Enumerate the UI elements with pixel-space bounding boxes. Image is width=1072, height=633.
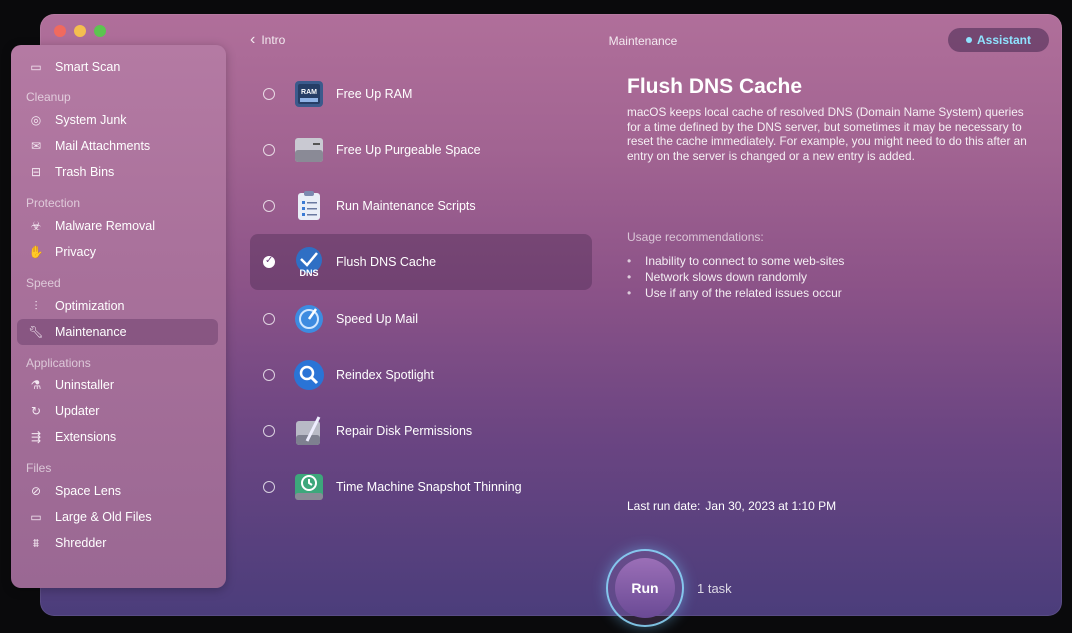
spotlight-icon: [294, 360, 324, 390]
chevron-left-icon: ‹: [250, 31, 256, 48]
assistant-dot-icon: [965, 37, 972, 43]
wrench-icon: 🔧︎: [28, 325, 44, 339]
sidebar-item-shredder[interactable]: ⩩ Shredder: [17, 530, 218, 556]
updater-icon: ↻: [30, 404, 42, 418]
task-radio-checked[interactable]: [263, 255, 275, 268]
dns-icon: DNS: [296, 247, 322, 278]
task-radio[interactable]: [263, 144, 275, 156]
task-free-up-ram[interactable]: RAM Free Up RAM: [250, 66, 592, 122]
sidebar-group-files: Files: [26, 461, 52, 475]
uninstaller-icon: ⚗: [30, 378, 42, 392]
last-run-date: Last run date: Jan 30, 2023 at 1:10 PM: [627, 499, 836, 513]
task-label: Flush DNS Cache: [336, 255, 437, 269]
sidebar-item-smart-scan[interactable]: ▭ Smart Scan: [17, 54, 218, 80]
trash-icon: ⊟: [30, 165, 42, 179]
window-title: Maintenance: [608, 34, 678, 48]
task-label: Reindex Spotlight: [336, 368, 434, 382]
task-count: 1 task: [697, 581, 732, 596]
detail-title: Flush DNS Cache: [627, 75, 803, 98]
task-label: Speed Up Mail: [336, 312, 418, 326]
sidebar-item-space-lens[interactable]: ⊘ Space Lens: [17, 478, 218, 504]
sidebar-group-speed: Speed: [26, 276, 61, 290]
assistant-button[interactable]: Assistant: [948, 28, 1049, 52]
mail-speed-icon: [295, 305, 323, 333]
recommendation-item: Inability to connect to some web-sites: [627, 253, 844, 269]
sidebar-item-uninstaller[interactable]: ⚗ Uninstaller: [17, 372, 218, 398]
disk-repair-icon: [296, 416, 321, 445]
task-flush-dns-cache[interactable]: DNS Flush DNS Cache: [250, 234, 592, 290]
task-radio[interactable]: [263, 88, 275, 100]
task-repair-disk-permissions[interactable]: Repair Disk Permissions: [250, 403, 592, 459]
task-radio[interactable]: [263, 313, 275, 325]
last-run-label: Last run date:: [627, 499, 701, 513]
back-button[interactable]: ‹ Intro: [250, 31, 286, 48]
task-free-up-purgeable-space[interactable]: Free Up Purgeable Space: [250, 122, 592, 178]
usage-recommendations-list: Inability to connect to some web-sites N…: [627, 253, 844, 301]
sidebar-item-privacy[interactable]: ✋ Privacy: [17, 239, 218, 265]
task-radio[interactable]: [263, 425, 275, 437]
task-time-machine-snapshot-thinning[interactable]: Time Machine Snapshot Thinning: [250, 459, 592, 515]
back-label: Intro: [261, 33, 286, 47]
task-radio[interactable]: [263, 369, 275, 381]
task-radio[interactable]: [263, 481, 275, 493]
hand-icon: ✋: [28, 245, 44, 259]
hard-disk-icon: ◎: [30, 113, 42, 127]
sidebar: ▭ Smart Scan Cleanup ◎ System Junk ✉ Mai…: [11, 45, 226, 588]
task-label: Time Machine Snapshot Thinning: [336, 480, 522, 494]
shredder-icon: ⩩: [32, 535, 40, 550]
ram-icon: RAM: [295, 81, 323, 107]
run-button-label: Run: [615, 558, 675, 618]
task-speed-up-mail[interactable]: Speed Up Mail: [250, 291, 592, 347]
clipboard-icon: [298, 191, 320, 220]
task-label: Repair Disk Permissions: [336, 424, 473, 438]
envelope-icon: ✉: [30, 139, 42, 153]
sidebar-group-applications: Applications: [26, 356, 91, 370]
usage-recommendations-heading: Usage recommendations:: [627, 230, 764, 244]
biohazard-icon: ☣: [30, 219, 42, 233]
run-button[interactable]: Run: [606, 549, 684, 627]
task-reindex-spotlight[interactable]: Reindex Spotlight: [250, 347, 592, 403]
drive-icon: [295, 138, 323, 162]
sidebar-item-large-old-files[interactable]: ▭ Large & Old Files: [17, 504, 218, 530]
minimize-window-button[interactable]: [74, 25, 86, 37]
last-run-value: Jan 30, 2023 at 1:10 PM: [705, 499, 837, 513]
lens-icon: ⊘: [30, 484, 42, 498]
sidebar-group-protection: Protection: [26, 196, 81, 210]
sliders-icon: ⫶: [34, 298, 38, 313]
sidebar-item-extensions[interactable]: ⇶ Extensions: [17, 424, 218, 450]
time-machine-icon: [295, 474, 323, 500]
dns-icon-text: DNS: [299, 268, 318, 278]
sidebar-item-mail-attachments[interactable]: ✉ Mail Attachments: [17, 133, 218, 159]
task-label: Free Up Purgeable Space: [336, 143, 481, 157]
task-run-maintenance-scripts[interactable]: Run Maintenance Scripts: [250, 178, 592, 234]
assistant-label: Assistant: [976, 33, 1032, 47]
task-label: Run Maintenance Scripts: [336, 199, 476, 213]
sidebar-item-system-junk[interactable]: ◎ System Junk: [17, 107, 218, 133]
monitor-icon: ▭: [30, 60, 42, 74]
sidebar-item-malware-removal[interactable]: ☣ Malware Removal: [17, 213, 218, 239]
sidebar-item-updater[interactable]: ↻ Updater: [17, 398, 218, 424]
zoom-window-button[interactable]: [94, 25, 106, 37]
extensions-icon: ⇶: [30, 430, 42, 444]
folder-icon: ▭: [30, 510, 42, 524]
detail-description: macOS keeps local cache of resolved DNS …: [627, 105, 1027, 163]
sidebar-item-optimization[interactable]: ⫶ Optimization: [17, 293, 218, 319]
recommendation-item: Use if any of the related issues occur: [627, 285, 844, 301]
sidebar-item-maintenance[interactable]: 🔧︎ Maintenance: [17, 319, 218, 345]
sidebar-group-cleanup: Cleanup: [26, 90, 71, 104]
task-radio[interactable]: [263, 200, 275, 212]
ram-icon-text: RAM: [301, 89, 317, 96]
task-label: Free Up RAM: [336, 87, 413, 101]
close-window-button[interactable]: [54, 25, 66, 37]
recommendation-item: Network slows down randomly: [627, 269, 844, 285]
window-controls: [54, 25, 106, 37]
sidebar-item-trash-bins[interactable]: ⊟ Trash Bins: [17, 159, 218, 185]
